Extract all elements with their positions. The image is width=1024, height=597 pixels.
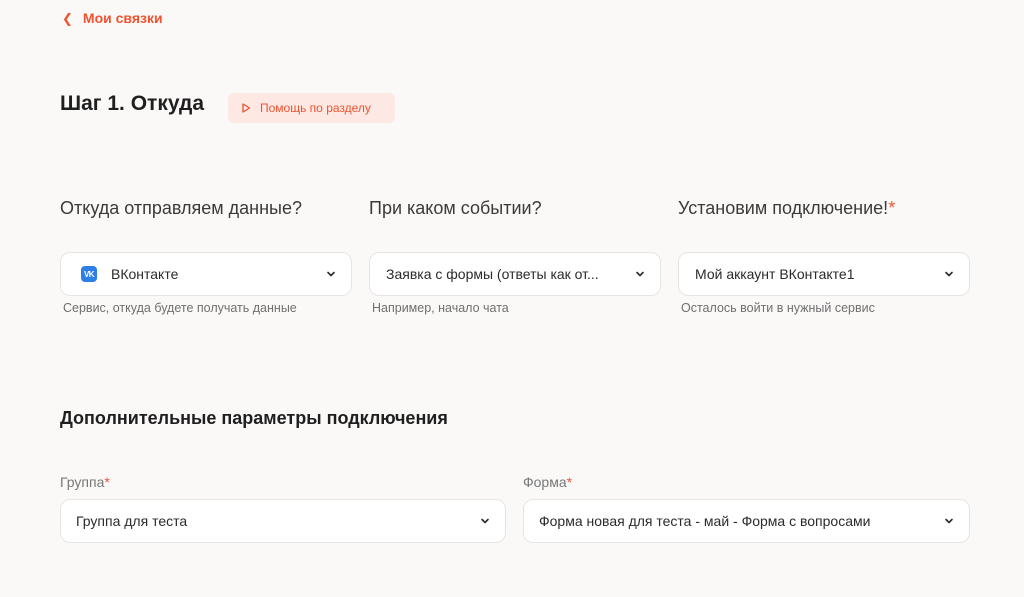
help-button[interactable]: Помощь по разделу	[228, 93, 395, 123]
form-select[interactable]: Форма новая для теста - май - Форма с во…	[523, 499, 970, 543]
chevron-left-icon: ❮	[62, 10, 73, 26]
source-select-value: ВКонтакте	[111, 266, 179, 282]
group-select[interactable]: Группа для теста	[60, 499, 506, 543]
source-select[interactable]: VK ВКонтакте	[60, 252, 352, 296]
section-title: Дополнительные параметры подключения	[60, 408, 448, 428]
chevron-down-icon	[636, 271, 644, 277]
event-select[interactable]: Заявка с формы (ответы как от...	[369, 252, 661, 296]
event-hint: Например, начало чата	[372, 301, 509, 315]
chevron-down-icon	[481, 518, 489, 524]
form-field: Форма* Форма новая для теста - май - Фор…	[523, 474, 970, 543]
form-label-text: Форма	[523, 474, 567, 490]
source-hint: Сервис, откуда будете получать данные	[63, 301, 297, 315]
required-mark: *	[888, 198, 896, 218]
form-select-value: Форма новая для теста - май - Форма с во…	[539, 513, 871, 529]
connection-question-text: Установим подключение!	[678, 198, 889, 218]
help-button-label: Помощь по разделу	[260, 101, 371, 115]
chevron-down-icon	[945, 271, 953, 277]
connection-select-value: Мой аккаунт ВКонтакте1	[695, 266, 855, 282]
page-title: Шаг 1. Откуда	[60, 92, 205, 115]
group-select-value: Группа для теста	[76, 513, 188, 529]
required-mark: *	[104, 474, 110, 490]
chevron-down-icon	[327, 271, 335, 277]
chevron-down-icon	[945, 518, 953, 524]
back-link-label: Мои связки	[82, 10, 163, 26]
group-label-text: Группа	[60, 474, 105, 490]
group-field: Группа* Группа для теста	[60, 474, 506, 543]
event-question: При каком событии?	[369, 198, 542, 218]
source-question: Откуда отправляем данные?	[60, 198, 303, 218]
back-link[interactable]: ❮ Мои связки	[62, 10, 163, 26]
play-icon	[242, 103, 251, 113]
source-column: Откуда отправляем данные? VK ВКонтакте С…	[60, 198, 352, 315]
group-label: Группа*	[60, 474, 506, 491]
vk-logo-icon: VK	[81, 266, 97, 282]
form-label: Форма*	[523, 474, 970, 491]
event-select-value: Заявка с формы (ответы как от...	[386, 266, 599, 282]
event-column: При каком событии? Заявка с формы (ответ…	[369, 198, 661, 315]
connection-column: Установим подключение!* Мой аккаунт ВКон…	[678, 198, 970, 315]
required-mark: *	[566, 474, 573, 490]
connection-question: Установим подключение!*	[678, 198, 970, 222]
connection-select[interactable]: Мой аккаунт ВКонтакте1	[678, 252, 970, 296]
connection-hint: Осталось войти в нужный сервис	[681, 301, 875, 315]
